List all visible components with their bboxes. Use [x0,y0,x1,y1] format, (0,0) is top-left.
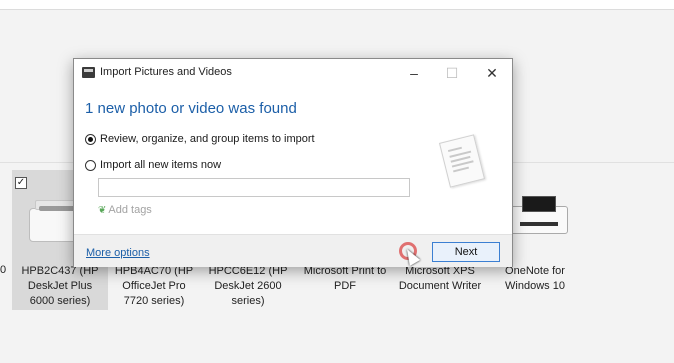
tag-icon: ❦ [98,204,107,216]
more-options-link[interactable]: More options [86,247,150,259]
partial-device-label: 0 [0,264,7,276]
document-illustration-icon [438,134,486,188]
review-option-label: Review, organize, and group items to imp… [100,133,315,145]
import-camera-icon [82,67,95,78]
dialog-heading: 1 new photo or video was found [85,100,297,117]
background-window-top [0,0,674,10]
dialog-titlebar: Import Pictures and Videos – ☐ ✕ [74,59,512,87]
review-radio[interactable] [85,133,96,145]
import-all-radio[interactable] [85,159,96,171]
device-label: HPCC6E12 (HP DeskJet 2600 series) [208,265,288,307]
dialog-footer: More options Next [74,234,512,267]
device-label: Microsoft Print to PDF [303,265,387,292]
next-button[interactable]: Next [432,242,500,262]
device-label: Microsoft XPS Document Writer [398,265,482,292]
option-import-all-row[interactable]: Import all new items now [85,159,221,171]
device-label: HPB4AC70 (HP OfficeJet Pro 7720 series) [114,265,194,307]
minimize-button[interactable]: – [394,59,434,87]
device-label: HPB2C437 (HP DeskJet Plus 6000 series) [21,265,99,307]
tags-input[interactable] [98,178,410,197]
dialog-title: Import Pictures and Videos [100,66,232,78]
import-dialog: Import Pictures and Videos – ☐ ✕ 1 new p… [73,58,513,267]
import-all-option-label: Import all new items now [100,159,222,171]
maximize-button: ☐ [445,65,459,81]
add-tags-label: Add tags [108,204,152,216]
device-label: OneNote for Windows 10 [505,265,565,292]
add-tags-link[interactable]: ❦ Add tags [98,204,152,216]
option-review-row[interactable]: Review, organize, and group items to imp… [85,133,315,145]
onenote-printer-icon [510,196,568,240]
close-button[interactable]: ✕ [472,59,512,87]
